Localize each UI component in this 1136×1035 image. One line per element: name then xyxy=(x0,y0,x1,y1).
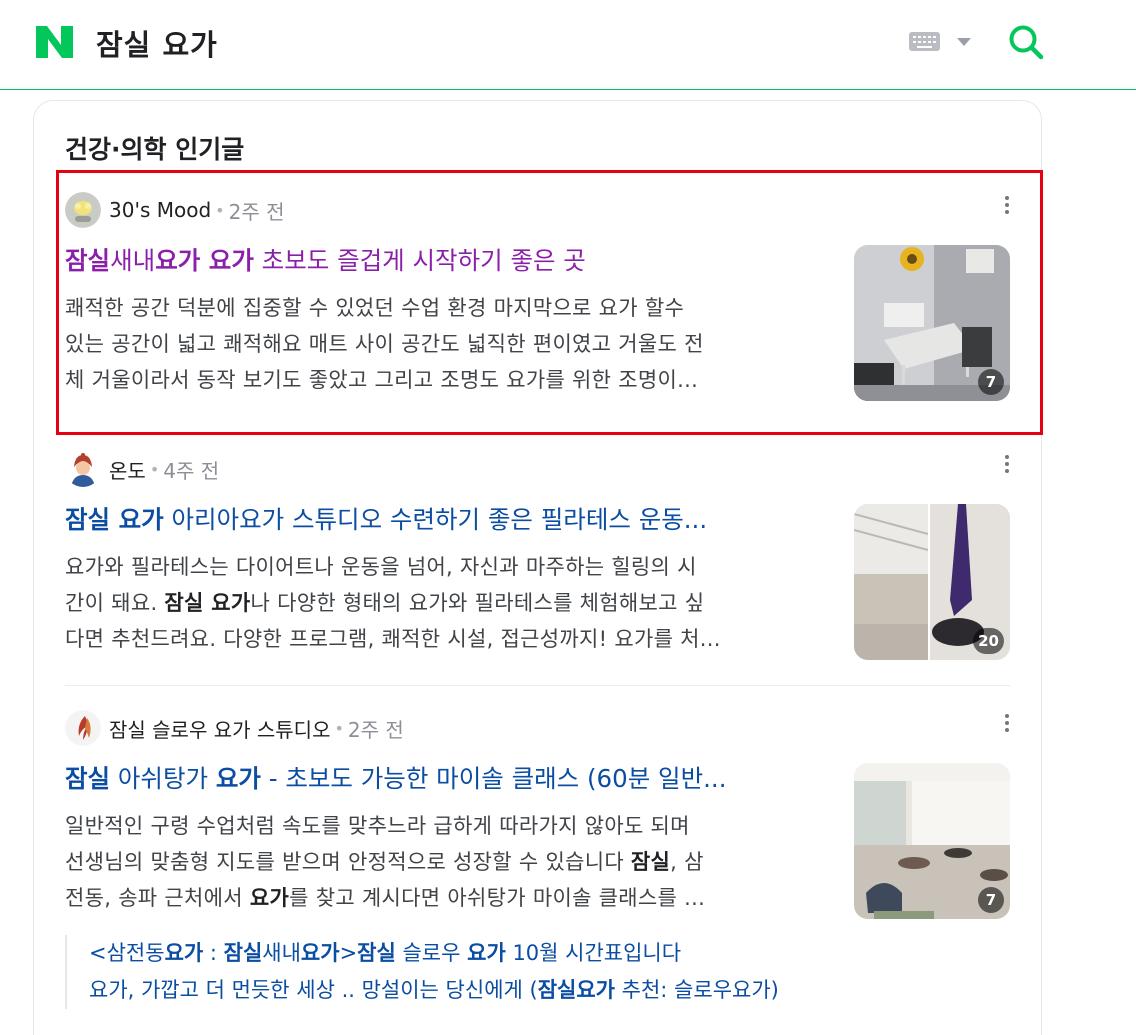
search-query-text[interactable]: 잠실 요가 xyxy=(96,22,218,64)
naver-logo-icon[interactable] xyxy=(36,26,73,58)
highlighted-keyword: 잠실요가 xyxy=(537,978,615,1002)
post-time: 4주 전 xyxy=(163,458,220,483)
more-options-icon[interactable] xyxy=(1004,714,1010,738)
text-segment: 일반적인 구령 수업처럼 속도를 맞추느라 급하게 따라가지 않아도 되며 xyxy=(65,814,690,838)
highlighted-keyword: 잠실 xyxy=(630,850,671,874)
avatar[interactable] xyxy=(65,451,101,487)
image-count-badge: 20 xyxy=(973,628,1004,654)
description-line: 전동, 송파 근처에서 요가를 찾고 계시다면 아쉬탕가 마이솔 클래스를 ..… xyxy=(65,880,830,916)
text-segment: 요가, 가깝고 더 먼듯한 세상 .. 망설이는 당신에게 ( xyxy=(89,978,538,1002)
text-segment: 요가와 필라테스는 다이어트나 운동을 넘어, 자신과 마주하는 힐링의 시 xyxy=(65,555,697,579)
description-line: 간이 돼요. 잠실 요가나 다양한 형태의 요가와 필라테스를 체험해보고 싶 xyxy=(65,585,830,621)
text-segment: 아쉬탕가 xyxy=(110,764,216,793)
highlighted-keyword: 요가 xyxy=(164,941,204,965)
top-search-bar: 잠실 요가 xyxy=(0,0,1136,90)
separator-dot: • xyxy=(334,718,344,738)
description-line: 일반적인 구령 수업처럼 속도를 맞추느라 급하게 따라가지 않아도 되며 xyxy=(65,808,830,844)
highlighted-keyword: 잠실 xyxy=(223,941,263,965)
highlighted-keyword: 잠실 xyxy=(65,764,111,793)
text-segment: 전동, 송파 근처에서 xyxy=(65,886,250,910)
text-segment: > xyxy=(339,941,358,965)
post-thumbnail[interactable]: 7 xyxy=(854,763,1010,919)
description-line: 요가와 필라테스는 다이어트나 운동을 넘어, 자신과 마주하는 힐링의 시 xyxy=(65,549,830,585)
text-segment: 추천: 슬로우요가) xyxy=(614,978,779,1002)
more-options-icon[interactable] xyxy=(1004,455,1010,479)
post-item[interactable]: 온도 • 4주 전 잠실 요가 아리아요가 스튜디오 수련하기 좋은 필라테스 … xyxy=(65,449,1010,669)
post-description[interactable]: 일반적인 구령 수업처럼 속도를 맞추느라 급하게 따라가지 않아도 되며선생님… xyxy=(65,808,830,916)
separator-dot: • xyxy=(149,459,160,479)
text-segment: 아리아요가 스튜디오 수련하기 좋은 필라테스 운동... xyxy=(163,505,708,534)
highlight-box xyxy=(56,170,1043,435)
highlighted-keyword: 요가 xyxy=(300,941,340,965)
divider xyxy=(65,685,1010,686)
text-segment: , 삼 xyxy=(670,850,704,874)
post-time: 2주 전 xyxy=(347,717,404,742)
text-segment: 나 다양한 형태의 요가와 필라테스를 체험해보고 싶 xyxy=(250,591,705,615)
highlighted-keyword: 요가 xyxy=(215,764,261,793)
text-segment: 선생님의 맞춤형 지도를 받으며 안정적으로 성장할 수 있습니다 xyxy=(65,850,631,874)
post-meta: 온도 • 4주 전 xyxy=(65,449,219,489)
highlighted-keyword: 요가 xyxy=(467,941,506,965)
highlighted-keyword: 잠실 xyxy=(357,941,396,965)
section-title: 건강·의학 인기글 xyxy=(65,135,245,164)
post-thumbnail[interactable]: 20 xyxy=(854,504,1010,660)
description-line: 다면 추천드려요. 다양한 프로그램, 쾌적한 시설, 접근성까지! 요가를 처… xyxy=(65,621,830,657)
post-meta: 잠실 슬로우 요가 스튜디오 • 2주 전 xyxy=(65,708,404,748)
description-line: 선생님의 맞춤형 지도를 받으며 안정적으로 성장할 수 있습니다 잠실, 삼 xyxy=(65,844,830,880)
text-segment: 10월 시간표입니다 xyxy=(505,941,682,965)
related-link[interactable]: <삼전동요가 : 잠실새내요가>잠실 슬로우 요가 10월 시간표입니다 xyxy=(89,935,1010,972)
search-icon[interactable] xyxy=(1008,24,1044,60)
text-segment: 새내 xyxy=(262,941,301,965)
text-segment: - 초보도 가능한 마이솔 클래스 (60분 일반... xyxy=(260,764,727,793)
post-author[interactable]: 온도 xyxy=(109,455,146,484)
image-count-badge: 7 xyxy=(978,887,1004,913)
keyboard-icon[interactable] xyxy=(909,32,940,51)
post-title[interactable]: 잠실 아쉬탕가 요가 - 초보도 가능한 마이솔 클래스 (60분 일반... xyxy=(65,763,825,795)
text-segment: : xyxy=(203,941,224,965)
post-author[interactable]: 잠실 슬로우 요가 스튜디오 xyxy=(109,714,330,743)
related-link[interactable]: 요가, 가깝고 더 먼듯한 세상 .. 망설이는 당신에게 (잠실요가 추천: … xyxy=(89,972,1010,1009)
text-segment: 간이 돼요. xyxy=(65,591,165,615)
highlighted-keyword: 요가 xyxy=(249,886,290,910)
highlighted-keyword: 잠실 요가 xyxy=(65,505,164,534)
post-description[interactable]: 요가와 필라테스는 다이어트나 운동을 넘어, 자신과 마주하는 힐링의 시간이… xyxy=(65,549,830,657)
chevron-down-icon[interactable] xyxy=(957,38,971,46)
text-segment: 다면 추천드려요. 다양한 프로그램, 쾌적한 시설, 접근성까지! 요가를 처… xyxy=(65,627,721,651)
text-segment: 슬로우 xyxy=(395,941,468,965)
related-links: <삼전동요가 : 잠실새내요가>잠실 슬로우 요가 10월 시간표입니다 요가,… xyxy=(65,935,1010,1009)
post-item[interactable]: 잠실 슬로우 요가 스튜디오 • 2주 전 잠실 아쉬탕가 요가 - 초보도 가… xyxy=(65,708,1010,928)
post-title[interactable]: 잠실 요가 아리아요가 스튜디오 수련하기 좋은 필라테스 운동... xyxy=(65,504,825,536)
highlighted-keyword: 잠실 요가 xyxy=(164,591,251,615)
text-segment: <삼전동 xyxy=(89,941,165,965)
text-segment: 를 찾고 계시다면 아쉬탕가 마이솔 클래스를 ... xyxy=(289,886,706,910)
avatar[interactable] xyxy=(65,710,101,746)
